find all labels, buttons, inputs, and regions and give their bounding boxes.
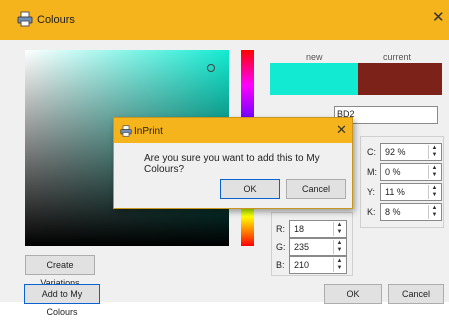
- black-field[interactable]: 8 % ▲ ▼: [380, 203, 442, 221]
- spin-arrows-icon[interactable]: ▲ ▼: [333, 258, 345, 272]
- cyan-label: C:: [367, 147, 376, 157]
- blue-value: 210: [294, 260, 310, 270]
- current-color-swatch: [358, 63, 442, 95]
- window-title: Colours: [37, 14, 75, 26]
- spin-arrows-icon[interactable]: ▲ ▼: [428, 145, 440, 159]
- dialog-ok-button[interactable]: OK: [220, 179, 280, 199]
- dialog-cancel-button[interactable]: Cancel: [286, 179, 346, 199]
- dialog-message: Are you sure you want to add this to My …: [144, 153, 320, 175]
- magenta-label: M:: [367, 167, 377, 177]
- spin-arrows-icon[interactable]: ▲ ▼: [428, 205, 440, 219]
- blue-field[interactable]: 210 ▲ ▼: [289, 256, 347, 274]
- green-label: G:: [276, 242, 286, 252]
- close-icon[interactable]: ✕: [336, 123, 347, 136]
- colours-window: Colours ✕ new current BD2 C: 92 % ▲ ▼ M: …: [0, 0, 449, 317]
- green-field[interactable]: 235 ▲ ▼: [289, 238, 347, 256]
- spin-arrows-icon[interactable]: ▲ ▼: [428, 165, 440, 179]
- green-value: 235: [294, 242, 310, 252]
- blue-label: B:: [276, 260, 285, 270]
- black-value: 8 %: [385, 207, 401, 217]
- black-label: K:: [367, 207, 376, 217]
- add-to-my-colours-button[interactable]: Add to My Colours: [24, 284, 100, 317]
- yellow-label: Y:: [367, 187, 376, 197]
- window-titlebar: Colours ✕: [0, 0, 449, 40]
- cyan-value: 92 %: [385, 147, 406, 157]
- printer-icon: [17, 11, 33, 27]
- ok-button[interactable]: OK: [324, 284, 382, 304]
- preview-new-label: new: [306, 52, 323, 62]
- yellow-field[interactable]: 11 % ▲ ▼: [380, 183, 442, 201]
- red-label: R:: [276, 224, 285, 234]
- color-field-marker[interactable]: [207, 64, 215, 72]
- close-icon[interactable]: ✕: [432, 10, 445, 25]
- magenta-field[interactable]: 0 % ▲ ▼: [380, 163, 442, 181]
- red-value: 18: [294, 224, 305, 234]
- spin-arrows-icon[interactable]: ▲ ▼: [333, 240, 345, 254]
- new-color-swatch: [270, 63, 358, 95]
- create-variations-button[interactable]: Create Variations: [25, 255, 95, 288]
- red-field[interactable]: 18 ▲ ▼: [289, 220, 347, 238]
- dialog-title: InPrint: [134, 126, 163, 137]
- magenta-value: 0 %: [385, 167, 401, 177]
- cancel-button[interactable]: Cancel: [388, 284, 444, 304]
- printer-icon: [120, 125, 132, 137]
- preview-current-label: current: [383, 52, 412, 62]
- spin-arrows-icon[interactable]: ▲ ▼: [333, 222, 345, 236]
- spin-arrows-icon[interactable]: ▲ ▼: [428, 185, 440, 199]
- yellow-value: 11 %: [385, 187, 405, 197]
- dialog-titlebar: InPrint ✕: [114, 118, 352, 143]
- confirm-dialog: InPrint ✕ Are you sure you want to add t…: [113, 117, 353, 209]
- cyan-field[interactable]: 92 % ▲ ▼: [380, 143, 442, 161]
